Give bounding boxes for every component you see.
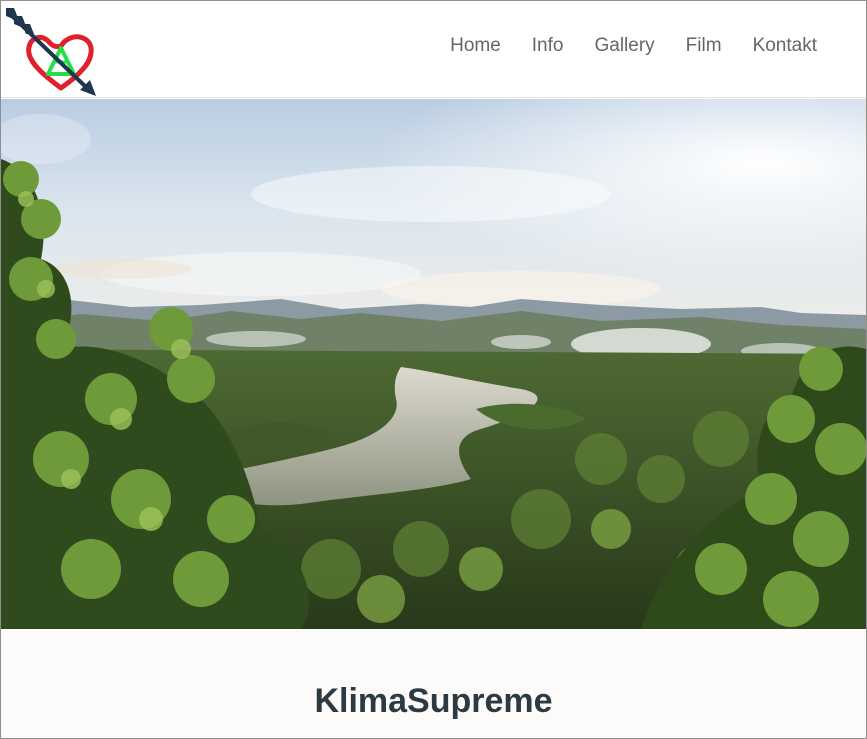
site-header: Home Info Gallery Film Kontakt	[1, 1, 866, 98]
title-section: KlimaSupreme	[1, 629, 866, 738]
nav-film[interactable]: Film	[686, 35, 722, 57]
nav-home[interactable]: Home	[450, 35, 501, 57]
hero-image	[1, 99, 866, 629]
rainforest-lake-landscape	[1, 99, 866, 629]
main-nav: Home Info Gallery Film Kontakt	[450, 33, 817, 59]
page-frame: Home Info Gallery Film Kontakt KlimaSupr…	[0, 0, 867, 739]
nav-kontakt[interactable]: Kontakt	[753, 35, 817, 57]
heart-arrow-recycle-icon	[6, 8, 96, 96]
nav-gallery[interactable]: Gallery	[594, 35, 654, 57]
nav-info[interactable]: Info	[532, 35, 564, 57]
logo-link[interactable]	[2, 4, 98, 96]
site-title: KlimaSupreme	[314, 682, 553, 720]
